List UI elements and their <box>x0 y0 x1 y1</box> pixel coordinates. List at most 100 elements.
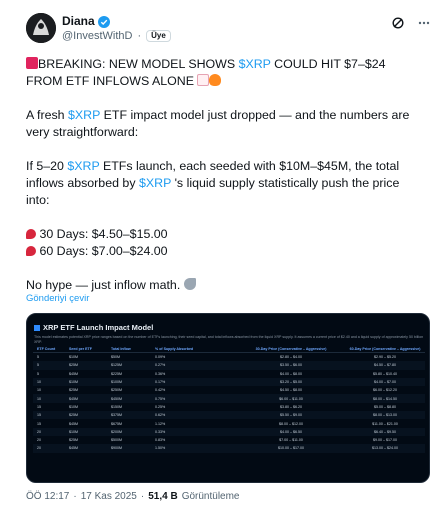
media-image[interactable]: XRP ETF Launch Impact Model This model e… <box>26 313 430 483</box>
table-cell: $125M <box>111 363 122 368</box>
column-header: % of Supply Absorbed <box>155 346 194 351</box>
tweet-paragraph-scenario: If 5–20 $XRP ETFs launch, each seeded wi… <box>26 158 421 209</box>
table-cell: $450M <box>111 396 122 401</box>
table-cell: $2.80 – $4.00 <box>280 355 302 360</box>
table-cell: $7.00 – $11.00 <box>279 438 303 443</box>
table-cell: $900M <box>111 446 122 451</box>
table-cell: $5.00 – $8.80 <box>374 404 396 409</box>
table-cell: $8.00 – $14.50 <box>373 396 397 401</box>
table-cell: $2.90 – $5.20 <box>374 355 396 360</box>
table-cell: $25M <box>69 363 78 368</box>
target-60-days: 60 Days: $7.00–$24.00 <box>36 244 168 258</box>
cashtag-link[interactable]: $XRP <box>139 176 171 190</box>
table-cell: $10M <box>69 429 78 434</box>
verified-badge-icon <box>97 15 110 28</box>
cashtag-link[interactable]: $XRP <box>68 108 100 122</box>
table-cell: 20 <box>37 446 41 451</box>
media-subtitle: This model estimates potential XRP price… <box>34 335 424 344</box>
table-cell: 0.36% <box>155 371 166 376</box>
table-cell: 0.17% <box>155 380 166 385</box>
table-cell: $8.00 – $13.00 <box>373 413 397 418</box>
table-cell: 10 <box>37 388 41 393</box>
table-cell: 10 <box>37 380 41 385</box>
square-bullet-icon <box>34 324 40 331</box>
table-cell: $675M <box>111 421 122 426</box>
table-cell: $375M <box>111 413 122 418</box>
table-cell: 5 <box>37 371 39 376</box>
table-row: 15 $25M $375M 0.62% $5.50 – $9.00 $8.00 – $13… <box>33 411 425 420</box>
more-options-icon[interactable] <box>417 16 431 30</box>
table-body: 5 $10M $50M 0.09% $2.80 – $4.00 $2.90 – $5.20… <box>33 353 425 453</box>
table-row: 10 $25M $250M 0.42% $4.50 – $8.00 $6.00 – $12… <box>33 386 425 394</box>
table-row: 20 $25M $500M 0.83% $7.00 – $11.00 $9.00 – $1… <box>33 436 425 444</box>
column-header: 30-Day Price (Conservative – Aggressive) <box>255 346 327 351</box>
table-cell: $150M <box>111 404 122 409</box>
grok-icon[interactable] <box>391 16 405 30</box>
member-badge-button[interactable]: Üye <box>146 30 171 42</box>
table-cell: $45M <box>69 371 78 376</box>
chart-increasing-emoji-icon <box>197 74 210 86</box>
column-header: 60-Day Price (Conservative – Aggressive) <box>349 346 421 351</box>
table-cell: 0.33% <box>155 429 166 434</box>
table-cell: $4.00 – $7.00 <box>374 380 396 385</box>
table-cell: $3.80 – $6.20 <box>280 404 302 409</box>
table-cell: $10.00 – $17.00 <box>278 446 304 451</box>
table-cell: $5.80 – $10.40 <box>373 371 397 376</box>
table-cell: $13.00 – $24.00 <box>372 446 398 451</box>
column-header: Seed per ETF <box>69 346 92 351</box>
table-cell: $6.00 – $11.00 <box>279 396 303 401</box>
table-cell: 5 <box>37 355 39 360</box>
table-cell: $225M <box>111 371 122 376</box>
table-cell: 0.75% <box>155 396 166 401</box>
table-cell: $25M <box>69 388 78 393</box>
table-cell: $10M <box>69 355 78 360</box>
table-cell: $6.00 – $12.20 <box>373 388 397 393</box>
table-cell: 1.12% <box>155 421 166 426</box>
table-row: 5 $25M $125M 0.27% $3.50 – $6.00 $4.50 – $7.8… <box>33 361 425 370</box>
table-cell: 0.83% <box>155 438 166 443</box>
translate-post-link[interactable]: Gönderiyi çevir <box>26 293 89 304</box>
table-cell: $250M <box>111 388 122 393</box>
target-30-days: 30 Days: $4.50–$15.00 <box>36 227 168 241</box>
table-cell: 15 <box>37 413 41 418</box>
table-cell: $25M <box>69 413 78 418</box>
intro-text: A fresh <box>26 108 69 122</box>
separator-dot: · <box>137 30 142 42</box>
cashtag-link[interactable]: $XRP <box>239 57 271 71</box>
closing-text: No hype — just inflow math. <box>26 278 184 292</box>
siren-emoji-icon <box>26 57 38 69</box>
display-name[interactable]: Diana <box>62 14 95 28</box>
table-cell: 0.09% <box>155 355 166 360</box>
pushpin-emoji-icon <box>26 246 36 256</box>
headline-text: BREAKING: NEW MODEL SHOWS <box>38 57 239 71</box>
avatar[interactable] <box>26 13 56 43</box>
separator-dot: · <box>140 491 145 502</box>
table-cell: $3.50 – $6.00 <box>280 363 302 368</box>
post-time[interactable]: ÖÖ 12:17 <box>26 491 69 502</box>
table-cell: $10M <box>69 404 78 409</box>
table-cell: $4.00 – $6.50 <box>280 429 302 434</box>
table-cell: $25M <box>69 438 78 443</box>
table-row: 10 $45M $450M 0.75% $6.00 – $11.00 $8.00 – $1… <box>33 394 425 403</box>
table-cell: $4.50 – $8.00 <box>280 388 302 393</box>
view-label: Görüntüleme <box>181 491 240 502</box>
table-row: 15 $45M $675M 1.12% $8.00 – $12.00 $11.00 – $… <box>33 419 425 427</box>
table-cell: 20 <box>37 429 41 434</box>
table-cell: 15 <box>37 421 41 426</box>
table-cell: $3.20 – $5.00 <box>280 380 302 385</box>
post-date[interactable]: 17 Kas 2025 <box>81 491 137 502</box>
table-cell: $500M <box>111 438 122 443</box>
table-cell: 20 <box>37 438 41 443</box>
table-cell: $6.40 – $9.50 <box>374 429 396 434</box>
table-cell: $100M <box>111 380 122 385</box>
table-cell: $8.00 – $12.00 <box>279 421 303 426</box>
tweet-text: BREAKING: NEW MODEL SHOWS $XRP COULD HIT… <box>26 56 421 294</box>
tweet-header: Diana @InvestWithD · Üye <box>26 13 431 45</box>
separator-dot: · <box>73 491 77 502</box>
tweet-footer: ÖÖ 12:17 · 17 Kas 2025 · 51,4 B Görüntül… <box>26 491 240 502</box>
cashtag-link[interactable]: $XRP <box>67 159 99 173</box>
table-cell: $11.00 – $21.00 <box>372 421 398 426</box>
table-cell: $4.00 – $8.00 <box>280 371 302 376</box>
tweet-paragraph-intro: A fresh $XRP ETF impact model just dropp… <box>26 107 421 141</box>
user-handle[interactable]: @InvestWithD <box>62 30 132 42</box>
